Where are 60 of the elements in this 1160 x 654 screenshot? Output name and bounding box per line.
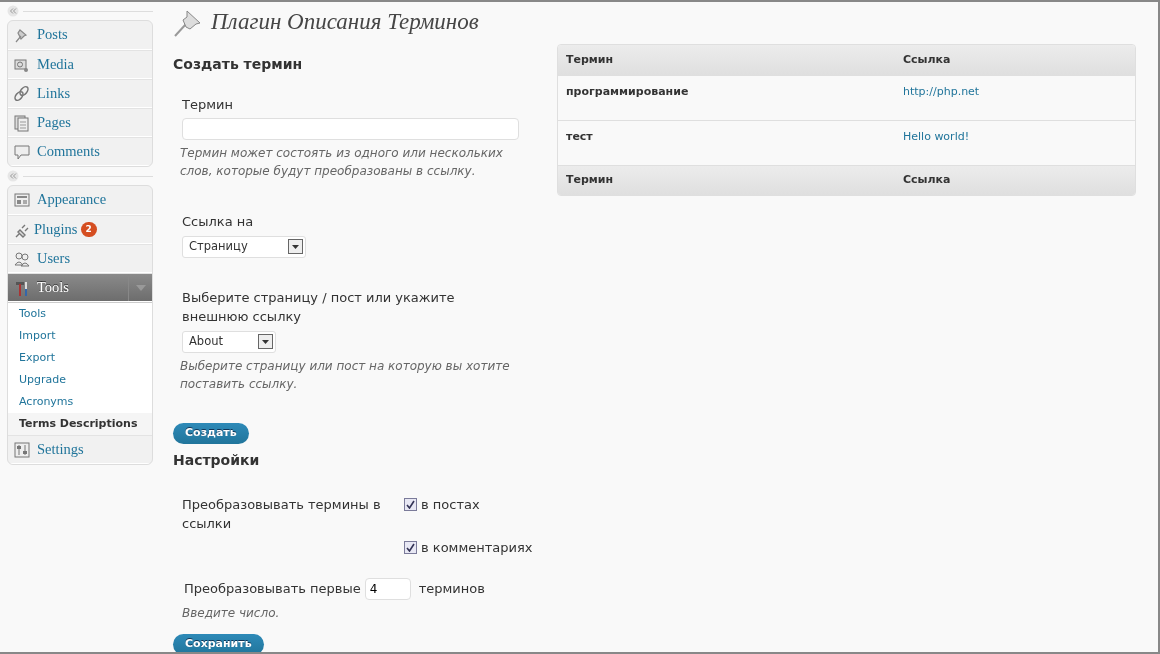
submenu-link[interactable]: Acronyms [8, 391, 152, 413]
help-text: Выберите страницу или пост на которую вы хотите поставить ссылку. [180, 357, 511, 393]
section-heading: Настройки [173, 451, 261, 469]
text-field[interactable] [182, 118, 519, 141]
dropdown-icon [258, 334, 273, 350]
check-icon [406, 543, 415, 553]
table-link[interactable]: Hello world! [903, 129, 970, 146]
checkbox-option[interactable]: в комментариях [404, 538, 533, 558]
chain-icon [13, 84, 31, 103]
column-header: Ссылка [903, 172, 951, 189]
collapse-icon [7, 5, 19, 17]
field-label: Преобразовывать термины в ссылки [182, 495, 382, 534]
table-link[interactable]: http://php.net [903, 84, 980, 101]
select-field[interactable]: Страницу [182, 235, 306, 258]
column-header: Ссылка [903, 51, 951, 68]
submenu-link[interactable]: Export [8, 347, 152, 369]
field-label: Термин [182, 95, 234, 114]
field-label: Преобразовывать первые [184, 579, 361, 598]
field-label: терминов [418, 579, 485, 598]
help-text: Термин может состоять из одного или нескольких слов, которые будут преобразованы в ссылку. [180, 145, 504, 181]
sliders-icon [13, 440, 31, 459]
layout-icon [13, 191, 31, 209]
pages-icon [13, 113, 31, 132]
menu-item[interactable]: Posts [8, 21, 152, 50]
table-cell-text: тест [565, 129, 594, 145]
submenu-link[interactable]: Terms Descriptions [8, 413, 152, 435]
submenu-link[interactable]: Import [8, 325, 152, 347]
menu-item[interactable]: Media [8, 50, 152, 79]
field-label: Выберите страницу / пост или укажите внешнюю ссылку [182, 288, 456, 327]
menu-item[interactable]: Users [8, 244, 152, 273]
save-button[interactable]: Сохранить [173, 633, 264, 652]
column-header: Термин [565, 172, 615, 189]
count-badge: 2 [80, 222, 97, 237]
field-label: Ссылка на [182, 213, 255, 232]
menu-item[interactable]: Tools [8, 273, 152, 302]
section-heading: Создать термин [173, 56, 304, 73]
dropdown-icon [288, 239, 303, 255]
menu-item[interactable]: Pages [8, 108, 152, 137]
users-icon [13, 249, 31, 268]
dropdown-icon [135, 284, 146, 291]
menu-item[interactable]: Settings [8, 435, 152, 464]
submenu-link[interactable]: Upgrade [8, 369, 152, 391]
checkbox-option[interactable]: в постах [404, 494, 533, 515]
check-icon [406, 499, 415, 509]
menu-item[interactable]: Comments [8, 137, 152, 166]
column-header: Термин [565, 51, 615, 68]
checkbox[interactable] [404, 541, 417, 555]
menu-item[interactable]: Appearance [8, 186, 152, 215]
number-field[interactable]: 4 [364, 577, 411, 600]
table-cell-text: программирование [565, 84, 690, 100]
checkbox[interactable] [404, 497, 417, 511]
create-button[interactable]: Создать [173, 422, 249, 444]
select-field[interactable]: About [182, 330, 276, 353]
menu-item[interactable]: Plugins 2 [8, 215, 152, 244]
comment-icon [13, 142, 31, 161]
help-text: Введите число. [181, 604, 281, 622]
collapse-icon [7, 170, 19, 182]
page-title: Плагин Описания Терминов [211, 7, 479, 36]
submenu-link[interactable]: Tools [8, 303, 152, 325]
menu-item[interactable]: Links [8, 79, 152, 108]
